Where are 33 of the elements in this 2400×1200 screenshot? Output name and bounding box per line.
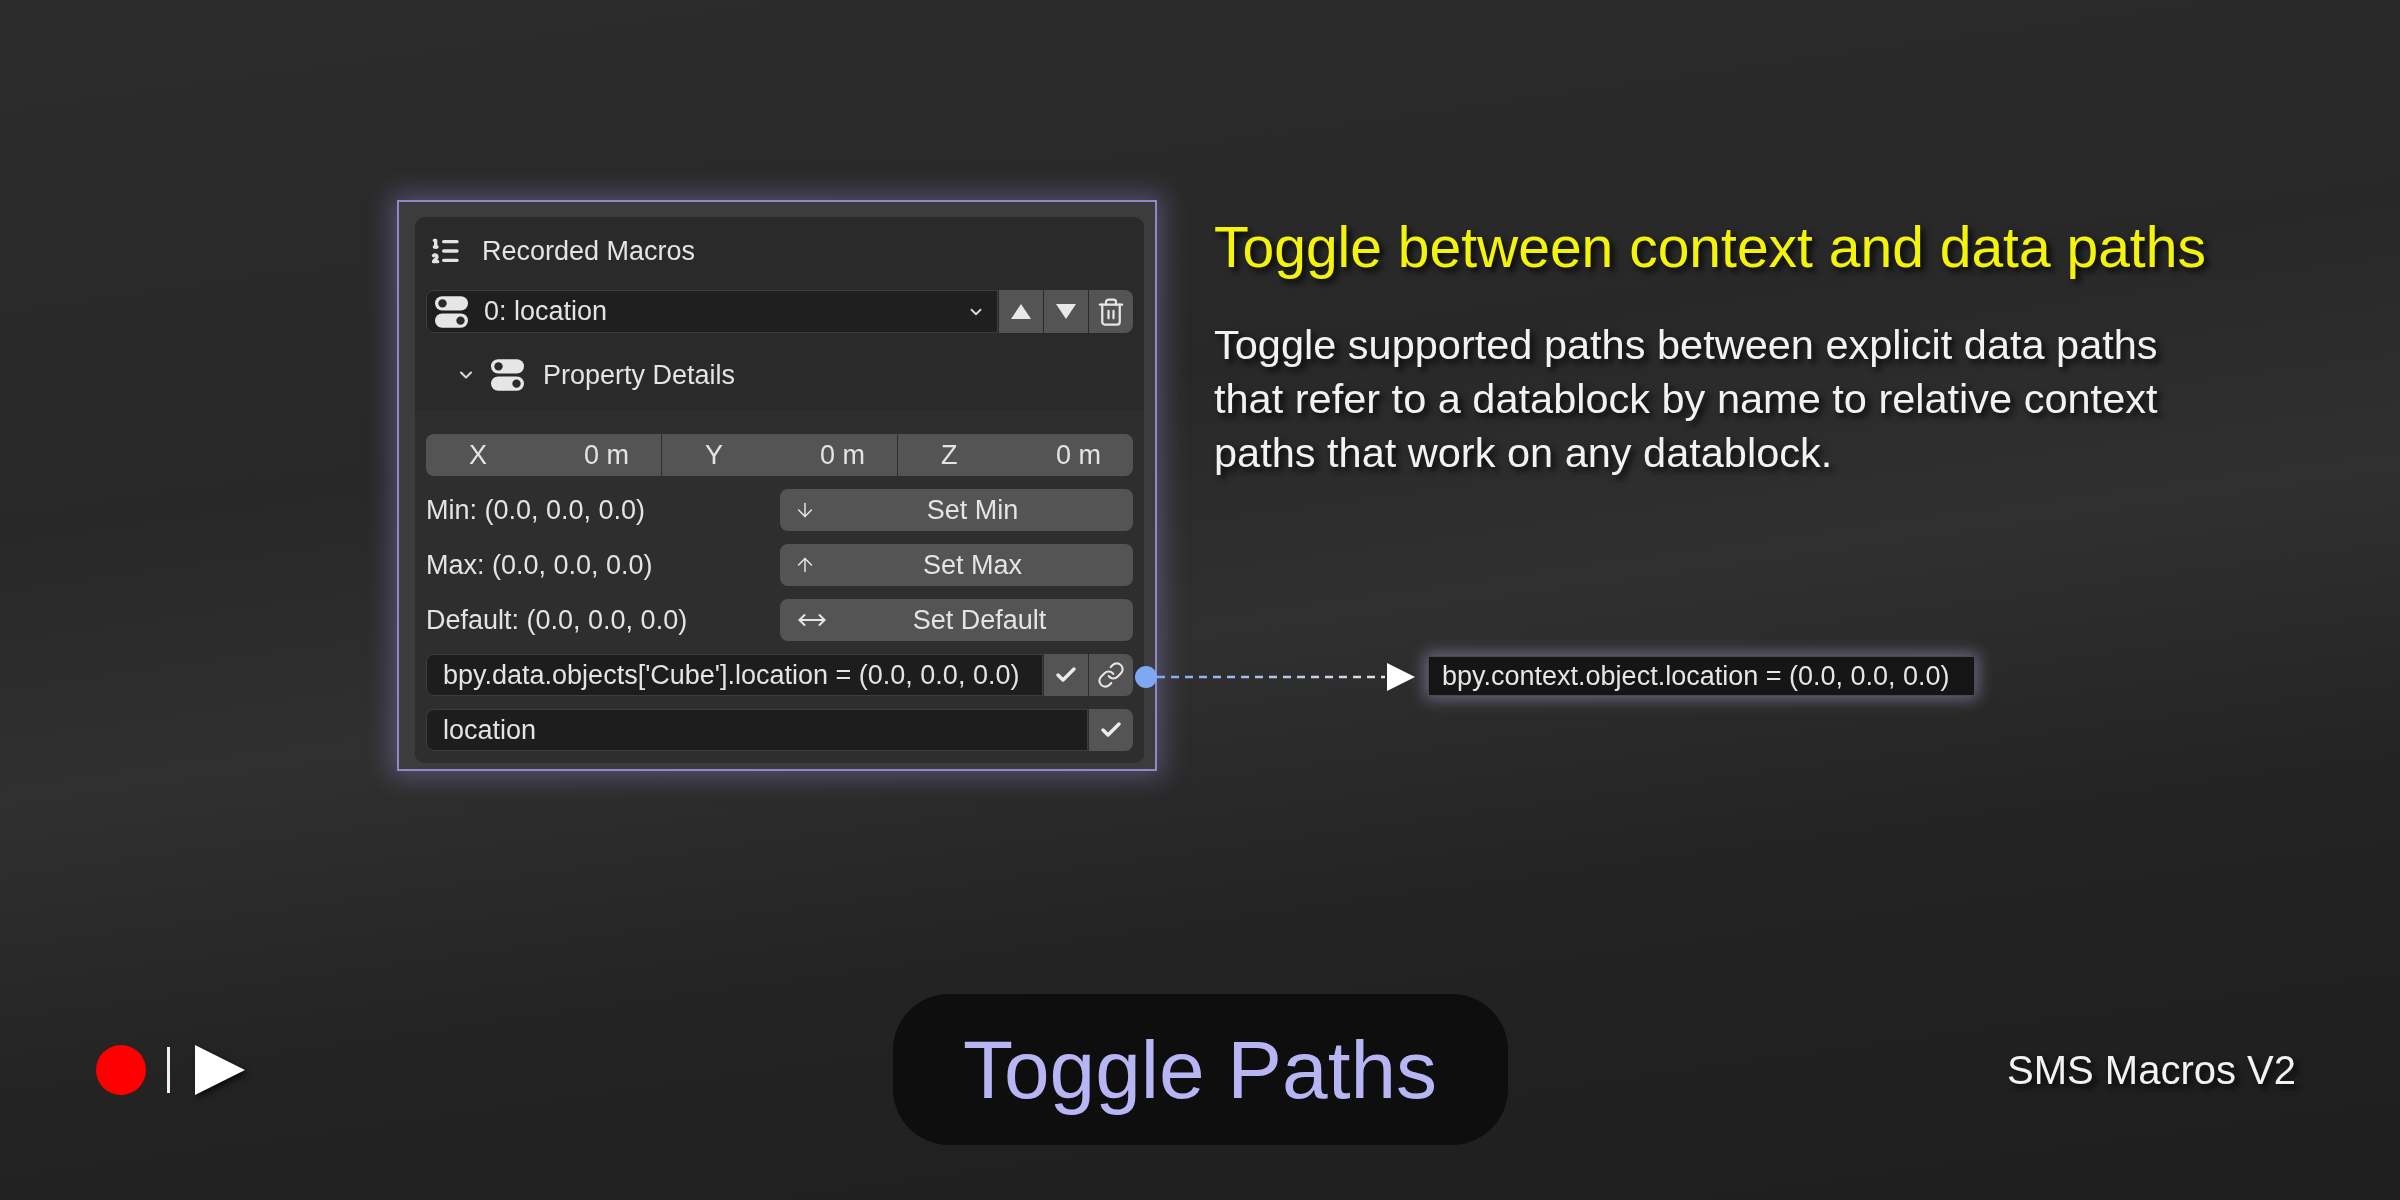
set-max-button[interactable]: Set Max [780,544,1133,586]
max-label: Max: (0.0, 0.0, 0.0) [426,551,653,579]
confirm-button[interactable] [1044,654,1088,696]
play-icon [195,1044,245,1095]
section-title: Property Details [543,361,736,389]
coordinate-field[interactable]: Y 0 m [662,434,897,476]
delete-button[interactable] [1089,290,1133,333]
move-up-button[interactable] [999,290,1043,333]
toggle-icon [435,295,468,328]
coordinate-field[interactable]: X 0 m [426,434,661,476]
coordinate-field[interactable]: Z 0 m [898,434,1133,476]
set-min-button[interactable]: Set Min [780,489,1133,531]
toggle-path-button[interactable] [1089,654,1133,696]
data-path-field[interactable]: bpy.data.objects['Cube'].location = (0.0, 0.0, 0.0) [426,654,1043,696]
macro-dropdown[interactable]: 0: location [426,290,998,333]
triangle-up-icon [1011,304,1031,319]
record-icon [96,1044,146,1095]
triangle-down-icon [1056,304,1076,319]
toggle-icon [491,359,524,391]
heading: Toggle between context and data paths [1214,214,2206,281]
min-label: Min: (0.0, 0.0, 0.0) [426,496,646,524]
trash-icon [1096,295,1126,328]
confirm-button[interactable] [1089,709,1133,751]
move-down-button[interactable] [1044,290,1088,333]
default-label: Default: (0.0, 0.0, 0.0) [426,606,688,634]
description: Toggle supported paths between explicit data paths that refer to a datablock by name to relative context paths that work on any datablock. [1214,320,2159,479]
product-name: SMS Macros V2 [2007,1049,2296,1090]
link-icon [1097,661,1125,689]
panel-title: Recorded Macros [482,237,696,265]
set-default-button[interactable]: Set Default [780,599,1133,641]
video-title: Toggle Paths [892,994,1508,1145]
context-path-callout: bpy.context.object.location = (0.0, 0.0, 0.0) [1428,656,1975,697]
property-field[interactable]: location [426,709,1088,751]
